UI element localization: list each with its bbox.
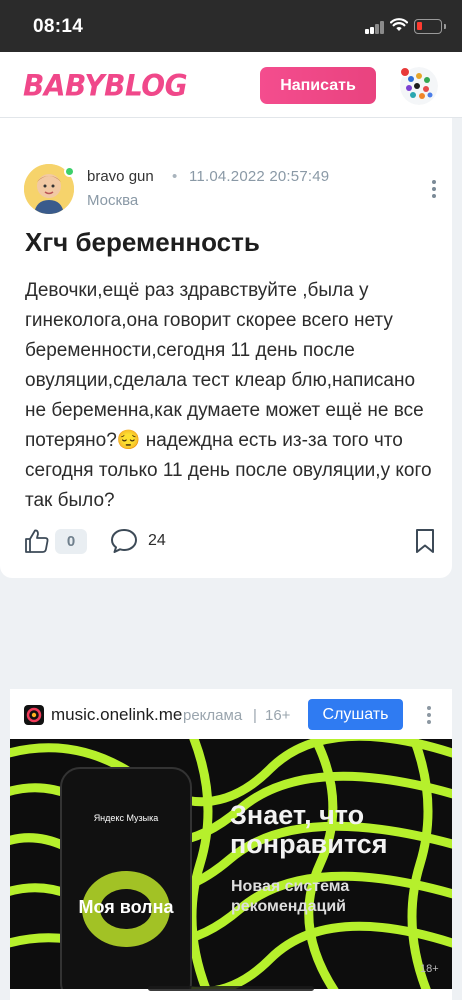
ad-divider: |	[253, 707, 257, 724]
status-bar: 08:14	[0, 0, 462, 52]
post-title: Хгч беременность	[25, 227, 260, 257]
ad-domain[interactable]: music.onelink.me	[51, 705, 182, 725]
meta-separator: •	[172, 168, 178, 185]
home-indicator[interactable]	[148, 986, 314, 991]
status-time: 08:14	[33, 16, 84, 37]
yandex-music-logo-icon	[24, 705, 44, 725]
site-header: BABYBLOG Написать	[0, 52, 462, 118]
post-card: bravo gun • 11.04.2022 20:57:49 Москва Х…	[0, 118, 452, 578]
ad-label: реклама	[183, 707, 243, 724]
ad-banner[interactable]: Яндекс Музыка Моя волна ◷▯✕♡ Знает, что …	[10, 739, 452, 989]
like-count-badge: 0	[55, 529, 87, 554]
author-name[interactable]: bravo gun	[87, 168, 154, 185]
listen-button[interactable]: Слушать	[308, 699, 403, 730]
ad-age-rating: 16+	[265, 707, 291, 724]
post-body: Девочки,ещё раз здравствуйте ,была у гин…	[25, 280, 432, 511]
cellular-signal-icon	[365, 21, 385, 34]
write-post-button[interactable]: Написать	[260, 67, 376, 104]
online-status-dot	[64, 166, 75, 177]
ad-card[interactable]: music.onelink.me реклама | 16+ Слушать Я…	[10, 689, 452, 1000]
ad-headline: Знает, что понравится	[230, 800, 388, 859]
babyblog-logo[interactable]: BABYBLOG	[23, 68, 188, 103]
ad-subline: Новая система рекомендаций	[231, 878, 350, 915]
notification-dot	[400, 67, 410, 77]
ad-banner-rating: 18+	[420, 963, 439, 975]
bookmark-icon[interactable]	[414, 528, 436, 554]
comment-count: 24	[148, 532, 166, 549]
post-date: 11.04.2022 20:57:49	[189, 168, 330, 185]
battery-icon	[414, 19, 446, 34]
phone-brand: Яндекс Музыка	[93, 813, 159, 823]
wifi-icon	[390, 18, 408, 31]
post-more-icon[interactable]	[425, 178, 443, 200]
author-city: Москва	[87, 192, 139, 209]
phone-title: Моя волна	[78, 897, 174, 917]
like-icon[interactable]	[24, 528, 50, 554]
phone-mockup: Яндекс Музыка Моя волна ◷▯✕♡	[60, 767, 192, 989]
comment-icon[interactable]	[110, 528, 138, 554]
ad-more-icon[interactable]	[424, 704, 434, 726]
